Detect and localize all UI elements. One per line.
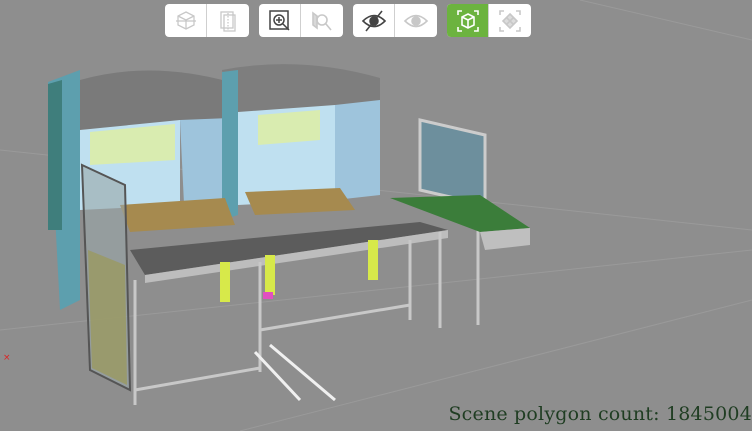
toolbar-group-fit: [447, 4, 531, 37]
3d-viewport[interactable]: [0, 0, 752, 431]
fit-all-button[interactable]: [447, 4, 489, 37]
show-icon: [403, 14, 429, 27]
fit-selection-icon: [499, 9, 521, 32]
viewer-toolbar: [165, 4, 531, 37]
toolbar-group-visibility: [353, 4, 437, 37]
fit-all-icon: [456, 9, 479, 32]
toolbar-group-zoom: [259, 4, 343, 37]
hide-button[interactable]: [353, 4, 395, 37]
fit-selection-button[interactable]: [489, 4, 531, 37]
toolbar-group-view: [165, 4, 249, 37]
wireframe-cube-icon: [175, 10, 196, 30]
wireframe-button[interactable]: [165, 4, 207, 37]
polygon-count-label: Scene polygon count: 1845004: [448, 403, 752, 425]
zoom-selection-button[interactable]: [301, 4, 343, 37]
zoom-selection-icon: [312, 10, 332, 31]
section-plane-icon: [220, 10, 236, 32]
axis-origin-marker: ×: [3, 353, 11, 363]
show-button[interactable]: [395, 4, 437, 37]
section-button[interactable]: [207, 4, 249, 37]
hide-icon: [361, 10, 386, 31]
zoom-in-icon: [268, 9, 290, 31]
zoom-in-button[interactable]: [259, 4, 301, 37]
machine-model[interactable]: [48, 64, 530, 405]
